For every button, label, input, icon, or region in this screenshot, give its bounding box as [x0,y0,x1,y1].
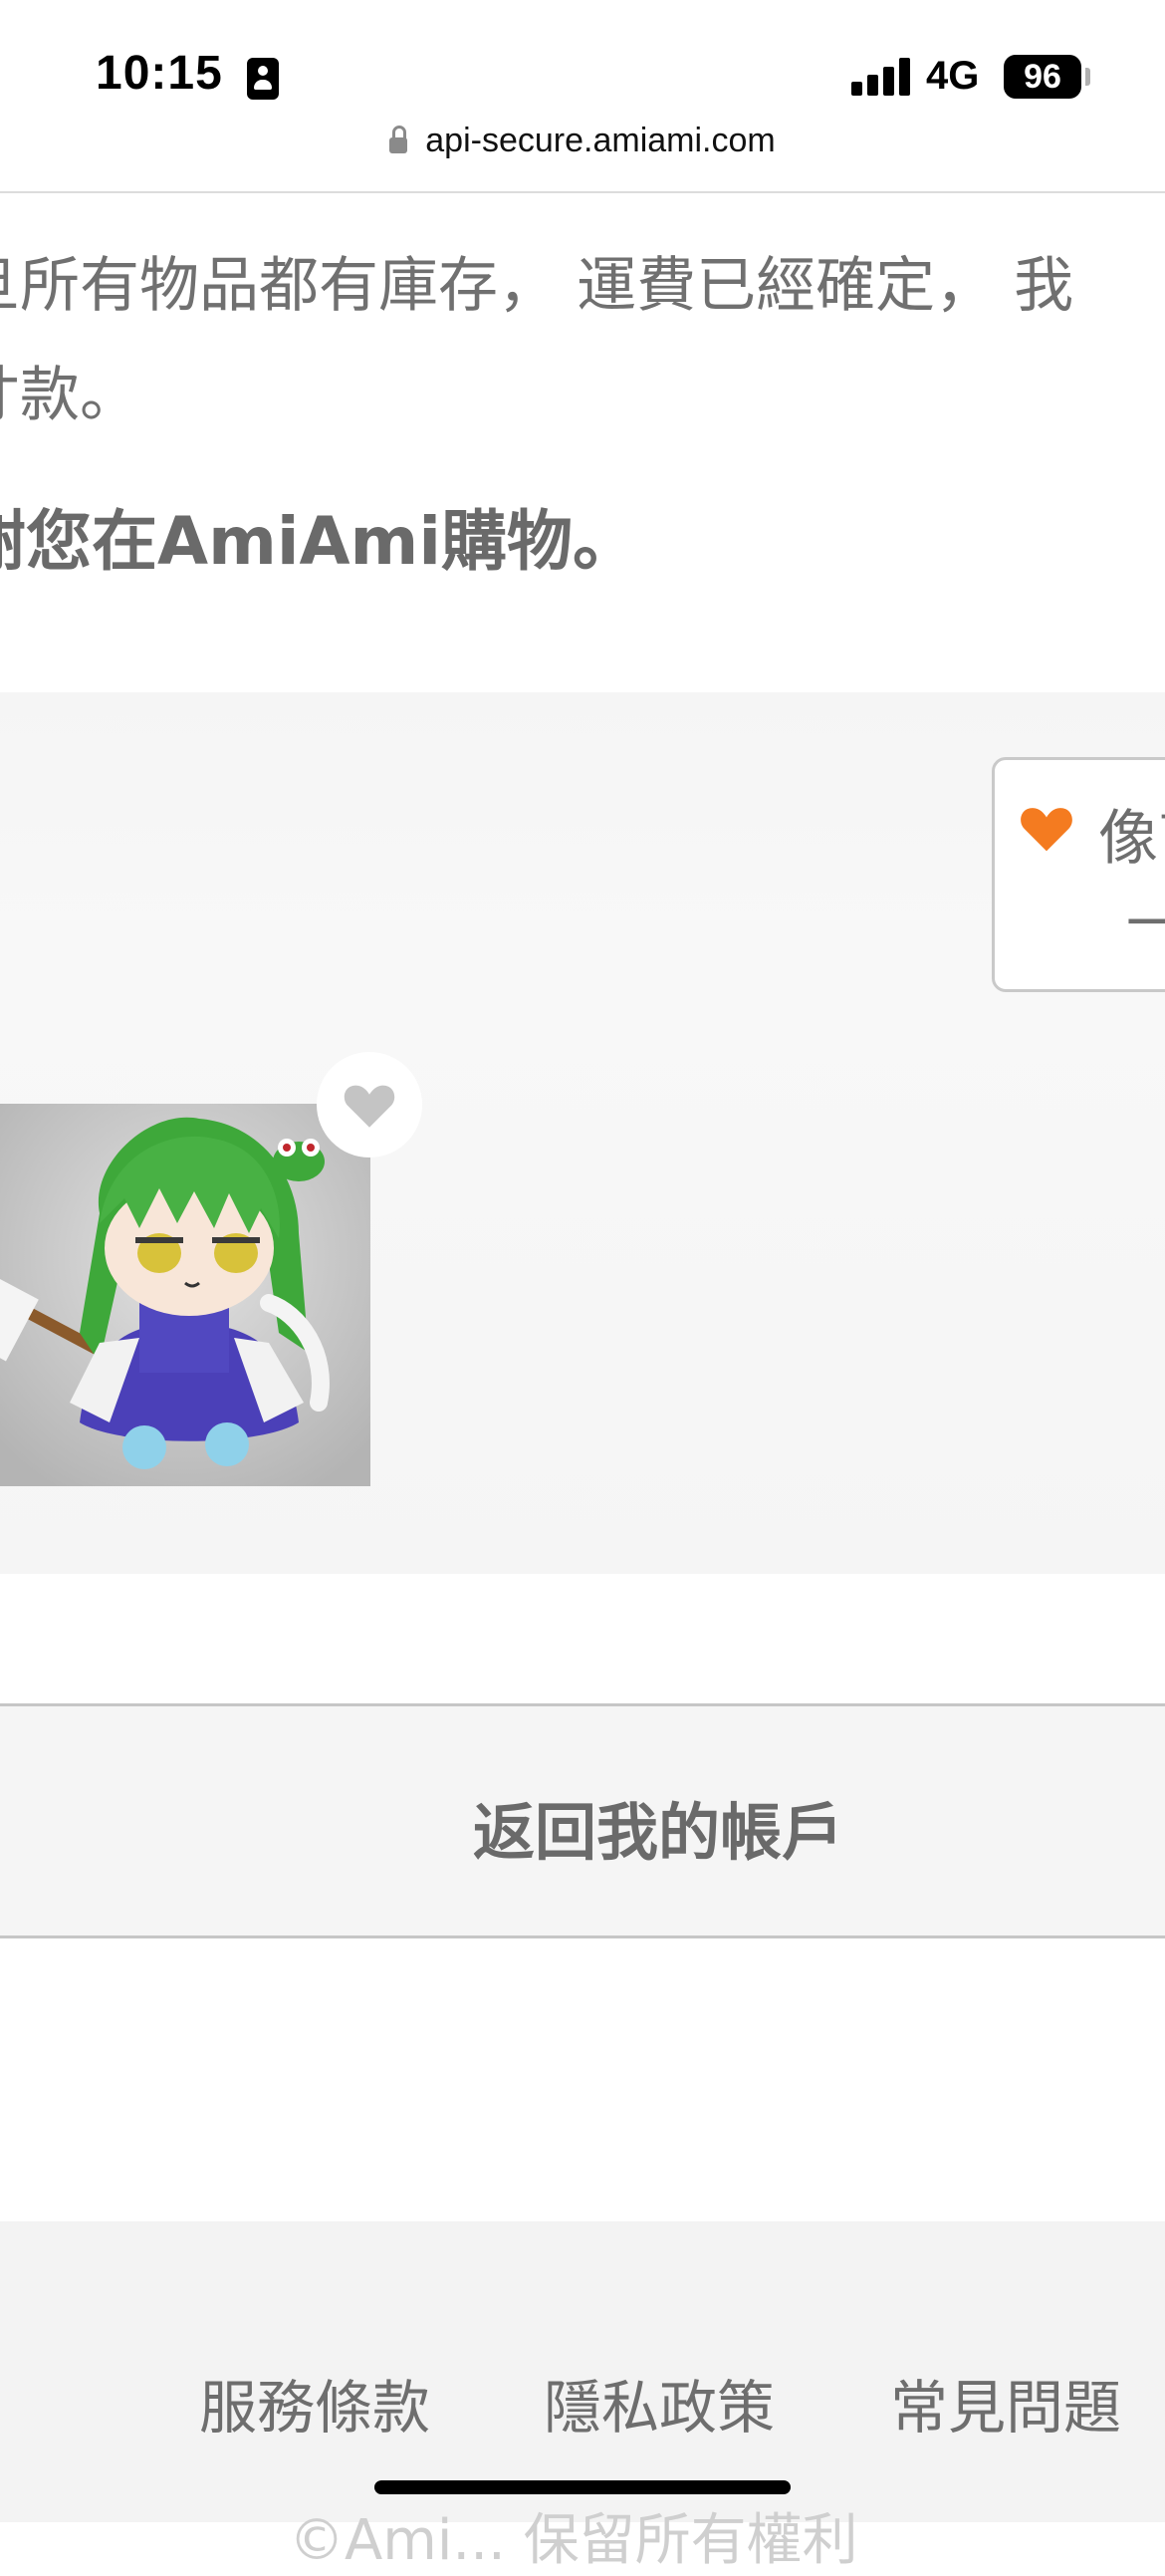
heart-icon [344,1085,395,1128]
ranking-label: 像商 [1098,804,1165,874]
copyright-text: ©Ami... 保留所有權利 [289,2508,858,2573]
battery-tip [1085,68,1090,86]
footer-link-faq[interactable]: 常見問題 [890,2361,1121,2445]
back-to-account-label: 返回我的帳戶 [472,1796,843,1869]
ranking-value: 一 [1126,893,1165,957]
message-line-1: 旦所有物品都有庫存， 運費已經確定， 我 [0,251,1074,321]
back-to-account-button[interactable]: 返回我的帳戶 [0,1703,1165,1938]
order-message: 旦所有物品都有庫存， 運費已經確定， 我 寸款。 [0,231,1165,450]
signal-bars-icon [851,58,911,96]
battery-indicator: 96 [1004,55,1081,99]
message-line-2: 寸款。 [0,361,139,430]
lock-icon [389,126,408,153]
plush-doll-illustration [0,1104,370,1486]
url-text: api-secure.amiami.com [425,122,776,159]
header-divider [0,191,1165,193]
url-bar[interactable]: api-secure.amiami.com [0,122,1165,160]
favorite-button[interactable] [317,1052,422,1158]
thanks-heading: 謝您在AmiAmi購物。 [0,503,638,580]
heart-icon [1021,808,1072,852]
person-card-icon [247,58,279,100]
product-image[interactable] [0,1104,370,1486]
status-bar: 10:15 4G 96 api-secure.amiami.com [0,0,1165,159]
footer-link-privacy[interactable]: 隱私政策 [544,2361,775,2445]
home-indicator[interactable] [374,2480,791,2494]
network-type: 4G [926,54,980,98]
footer: 服務條款 隱私政策 常見問題 [0,2221,1165,2522]
footer-link-terms[interactable]: 服務條款 [199,2361,430,2445]
ranking-card[interactable]: 像商 一 [992,757,1165,992]
clock-time: 10:15 [96,47,223,100]
